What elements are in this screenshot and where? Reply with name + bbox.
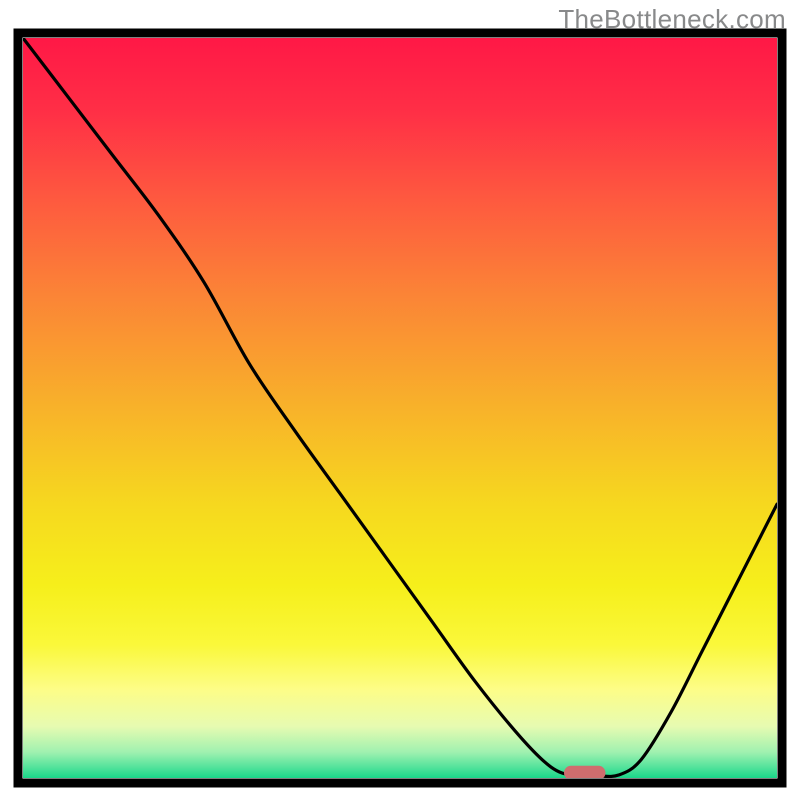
chart-svg [0,0,800,800]
watermark-text: TheBottleneck.com [558,4,786,35]
gradient-background [23,38,777,778]
optimal-marker [564,766,605,780]
chart-container: TheBottleneck.com [0,0,800,800]
